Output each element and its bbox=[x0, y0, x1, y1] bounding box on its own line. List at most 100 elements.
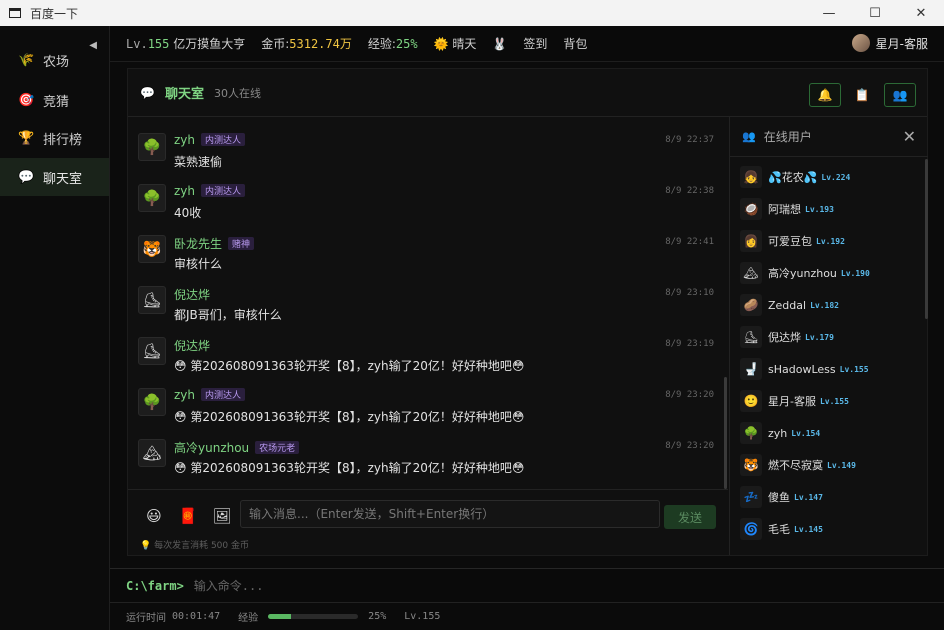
send-button[interactable]: 发送 bbox=[664, 505, 716, 529]
tree-avatar[interactable]: 🌳 bbox=[138, 184, 166, 212]
command-input[interactable] bbox=[193, 578, 794, 593]
status-bar: 运行时间 00:01:47 经验 25% Lv.155 bbox=[110, 602, 944, 630]
message-text: 😳 第202608091363轮开奖【8】，zyh输了20亿！好好种地吧😳 bbox=[174, 461, 525, 475]
sidebar-item-label: 农场 bbox=[43, 54, 70, 70]
online-user[interactable]: 🌳 zyh Lv.154 bbox=[740, 417, 920, 449]
message-author[interactable]: 卧龙先生 赌神 bbox=[174, 235, 255, 252]
weather-display: 🌞 晴天 bbox=[433, 37, 477, 51]
lightbulb-icon: 💡 bbox=[140, 541, 152, 551]
message-author[interactable]: zyh 内测达人 bbox=[174, 388, 246, 402]
message-text: 审核什么 bbox=[174, 257, 223, 271]
skater-avatar[interactable]: ⛸ bbox=[138, 286, 166, 314]
user-avatar: 👩 bbox=[740, 230, 762, 252]
maximize-button[interactable]: ☐ bbox=[852, 0, 898, 26]
message-time: 8/9 23:20 bbox=[665, 390, 714, 400]
users-icon[interactable]: 👥 bbox=[884, 83, 916, 107]
online-user[interactable]: 🐯 燃不尽寂寞 Lv.149 bbox=[740, 449, 920, 481]
trophy-icon: 🏆 bbox=[18, 130, 35, 146]
chat-panel: 💬 聊天室 30人在线 🔔 📋 👥 🌳 zyh 内测达人 8/9 22:37 菜熟… bbox=[127, 68, 928, 556]
sidebar-item-chatroom[interactable]: 💬 聊天室 bbox=[0, 158, 109, 196]
chat-title: 聊天室 bbox=[164, 87, 204, 102]
minimize-button[interactable]: — bbox=[806, 0, 852, 26]
online-user[interactable]: 💤 傻鱼 Lv.147 bbox=[740, 481, 920, 513]
message-author[interactable]: zyh 内测达人 bbox=[174, 184, 246, 198]
checkin-button[interactable]: 签到 bbox=[523, 35, 547, 52]
red-packet-icon[interactable]: 🧧 bbox=[178, 506, 198, 526]
tiger-avatar[interactable]: 🐯 bbox=[138, 235, 166, 263]
image-icon[interactable]: 🖼 bbox=[212, 506, 232, 526]
message-time: 8/9 22:41 bbox=[665, 237, 714, 247]
cost-tip: 💡 每次发言消耗 500 金币 bbox=[140, 541, 249, 551]
message-scrollbar[interactable] bbox=[724, 377, 727, 489]
users-icon: 👥 bbox=[742, 130, 756, 143]
tree-avatar[interactable]: 🌳 bbox=[138, 133, 166, 161]
user-avatar: 💤 bbox=[740, 486, 762, 508]
status-level: Lv.155 bbox=[404, 611, 441, 622]
user-badge: 内测达人 bbox=[201, 388, 246, 401]
sidebar-item-leaderboard[interactable]: 🏆 排行榜 bbox=[0, 119, 109, 157]
exp-progress-fill bbox=[268, 614, 291, 619]
sidebar-item-farm[interactable]: 🌾 农场 bbox=[0, 41, 109, 79]
window-titlebar: 百度一下 — ☐ ✕ bbox=[0, 0, 944, 26]
online-users-header: 👥 在线用户 ✕ bbox=[730, 117, 928, 157]
command-line: C:\farm> bbox=[110, 568, 944, 602]
bag-button[interactable]: 背包 bbox=[563, 35, 587, 52]
online-users-title: 在线用户 bbox=[763, 130, 812, 144]
app-window-icon bbox=[9, 8, 21, 18]
user-avatar: 🥥 bbox=[740, 198, 762, 220]
user-profile[interactable]: 星月-客服 bbox=[851, 34, 928, 52]
message-author[interactable]: 倪达烨 bbox=[174, 286, 210, 303]
user-avatar: 👧 bbox=[740, 166, 762, 188]
online-user[interactable]: 🥔 Zeddal Lv.182 bbox=[740, 289, 920, 321]
online-users-scrollbar[interactable] bbox=[925, 159, 928, 319]
chat-message: 🏔 高冷yunzhou 农场元老 8/9 23:20 😳 第20260809136… bbox=[138, 437, 718, 487]
user-badge: 农场元老 bbox=[255, 441, 300, 454]
close-window-button[interactable]: ✕ bbox=[898, 0, 944, 26]
message-text: 😳 第202608091363轮开奖【8】，zyh输了20亿！好好种地吧😳 bbox=[174, 410, 525, 424]
online-user[interactable]: 🥥 阿瑞想 Lv.193 bbox=[740, 193, 920, 225]
runtime-label: 运行时间 bbox=[126, 613, 166, 624]
online-user[interactable]: 🏔 高冷yunzhou Lv.190 bbox=[740, 257, 920, 289]
tree-avatar[interactable]: 🌳 bbox=[138, 388, 166, 416]
message-text: 都JB哥们，审核什么 bbox=[174, 308, 282, 322]
exp-display: 经验:25% bbox=[367, 37, 418, 51]
skater-avatar[interactable]: ⛸ bbox=[138, 337, 166, 365]
message-time: 8/9 23:19 bbox=[665, 339, 714, 349]
emoji-icon[interactable]: 😃 bbox=[144, 506, 164, 526]
online-user[interactable]: 🌀 毛毛 Lv.145 bbox=[740, 513, 920, 545]
message-text: 菜熟速偷 bbox=[174, 155, 223, 169]
message-author[interactable]: 高冷yunzhou 农场元老 bbox=[174, 439, 300, 456]
coins-display: 金币:5312.74万 bbox=[261, 37, 352, 51]
close-icon[interactable]: ✕ bbox=[903, 127, 916, 146]
message-time: 8/9 23:20 bbox=[665, 441, 714, 451]
mountain-avatar[interactable]: 🏔 bbox=[138, 439, 166, 467]
message-author[interactable]: 倪达烨 bbox=[174, 337, 210, 354]
online-user[interactable]: ⛸ 倪达烨 Lv.179 bbox=[740, 321, 920, 353]
clipboard-icon[interactable]: 📋 bbox=[846, 83, 878, 107]
user-badge: 赌神 bbox=[228, 237, 255, 250]
message-time: 8/9 22:37 bbox=[665, 135, 714, 145]
user-avatar: 🚽 bbox=[740, 358, 762, 380]
message-input[interactable] bbox=[240, 500, 660, 528]
chat-message: ⛸ 倪达烨 8/9 23:10 都JB哥们，审核什么 bbox=[138, 284, 718, 334]
sidebar-item-guess[interactable]: 🎯 竞猜 bbox=[0, 81, 109, 119]
online-user[interactable]: 🙂 星月-客服 Lv.155 bbox=[740, 385, 920, 417]
avatar bbox=[851, 34, 870, 52]
player-level: Lv.155 亿万摸鱼大亨 bbox=[126, 37, 246, 51]
user-avatar: 🌀 bbox=[740, 518, 762, 540]
message-list[interactable]: 🌳 zyh 内测达人 8/9 22:37 菜熟速偷 🌳 zyh 内测达人 8/9 2… bbox=[128, 117, 728, 489]
bell-icon[interactable]: 🔔 bbox=[809, 83, 841, 107]
sidebar: ◀ 🌾 农场 🎯 竞猜 🏆 排行榜 💬 聊天室 bbox=[0, 26, 110, 630]
sidebar-item-label: 竞猜 bbox=[43, 94, 70, 110]
command-prompt: C:\farm> bbox=[126, 578, 184, 593]
online-user[interactable]: 👧 💦花农💦 Lv.224 bbox=[740, 161, 920, 193]
wheat-icon: 🌾 bbox=[18, 52, 35, 68]
rabbit-icon[interactable]: 🐰 bbox=[492, 37, 507, 51]
message-author[interactable]: zyh 内测达人 bbox=[174, 133, 246, 147]
user-badge: 内测达人 bbox=[201, 184, 246, 197]
chat-message: ⛸ 倪达烨 8/9 23:19 😳 第202608091363轮开奖【8】，zy… bbox=[138, 335, 718, 385]
online-user[interactable]: 🚽 sHadowLess Lv.155 bbox=[740, 353, 920, 385]
online-user[interactable]: 👩 可爱豆包 Lv.192 bbox=[740, 225, 920, 257]
user-avatar: 🏔 bbox=[740, 262, 762, 284]
user-avatar: 🙂 bbox=[740, 390, 762, 412]
